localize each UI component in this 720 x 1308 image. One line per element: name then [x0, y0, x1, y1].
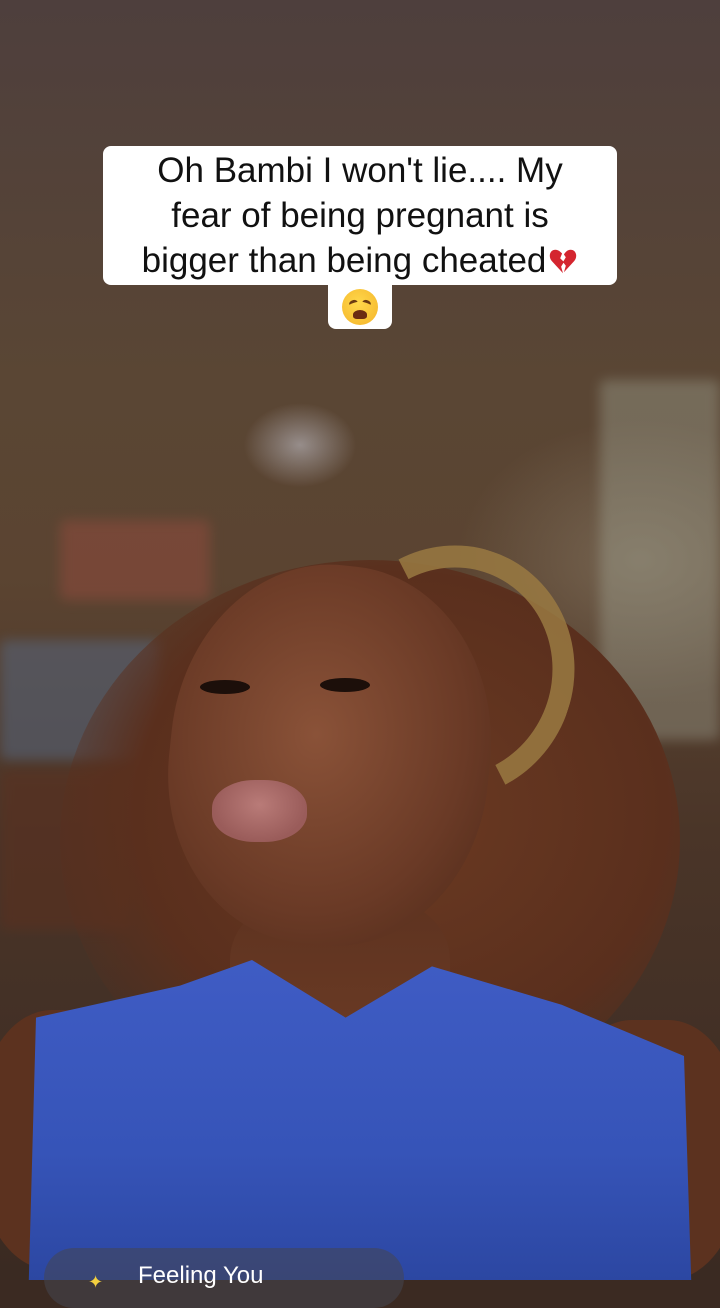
video-caption: Oh Bambi I won't lie.... My fear of bein… — [0, 146, 720, 329]
caption-emoji-box — [328, 285, 392, 329]
person-eye-left — [200, 680, 250, 694]
background-shelf — [60, 520, 210, 600]
person-eye-right — [320, 678, 370, 692]
sparkle-icon: ✦ — [88, 1272, 104, 1292]
music-title: Feeling You — [138, 1262, 264, 1289]
broken-heart-icon — [550, 249, 577, 274]
weary-face-icon — [342, 289, 378, 325]
caption-text: Oh Bambi I won't lie.... My fear of bein… — [141, 151, 563, 280]
music-track-pill[interactable]: ✦ Feeling You — [44, 1248, 404, 1308]
person-lips — [212, 780, 307, 842]
caption-text-box: Oh Bambi I won't lie.... My fear of bein… — [103, 146, 617, 285]
